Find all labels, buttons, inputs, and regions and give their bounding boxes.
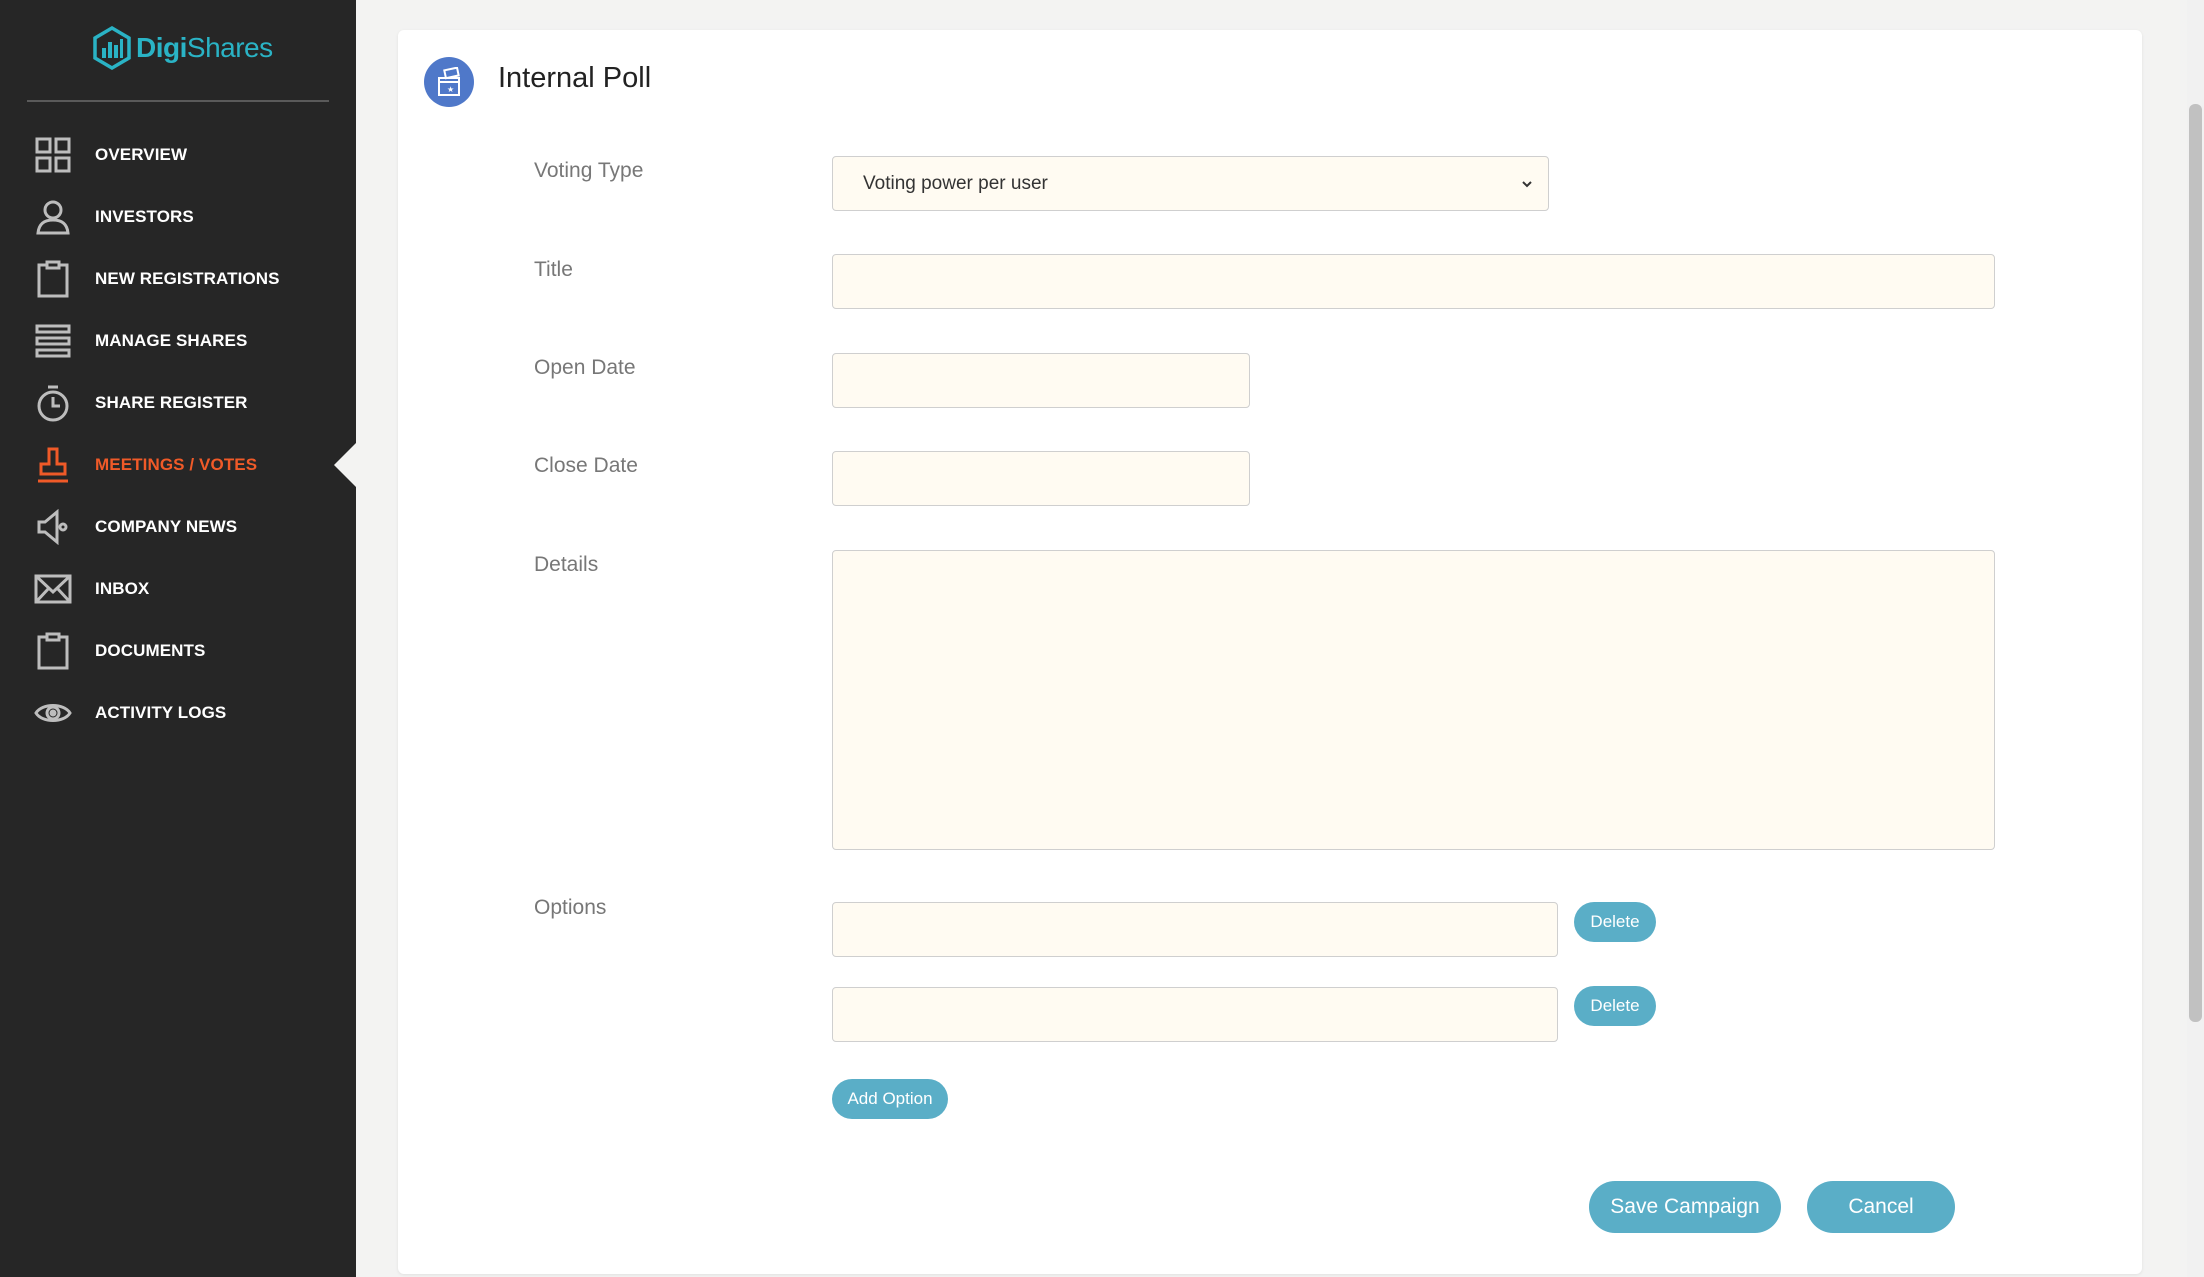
sidebar-divider bbox=[27, 100, 329, 102]
option-input-1[interactable] bbox=[832, 902, 1558, 957]
stamp-icon bbox=[34, 446, 72, 484]
chevron-down-icon bbox=[1522, 180, 1532, 187]
eye-icon bbox=[34, 694, 72, 732]
page-scrollbar[interactable] bbox=[2187, 0, 2204, 1277]
sidebar-item-label: MEETINGS / VOTES bbox=[95, 455, 258, 474]
sidebar-item-label: MANAGE SHARES bbox=[95, 331, 248, 350]
sidebar-item-new-registrations[interactable]: NEW REGISTRATIONS bbox=[0, 248, 356, 310]
sidebar-nav: OVERVIEW INVESTORS NEW REGISTRATIONS MAN… bbox=[0, 124, 356, 744]
megaphone-icon bbox=[34, 508, 72, 546]
sidebar-item-share-register[interactable]: SHARE REGISTER bbox=[0, 372, 356, 434]
brand-name: DigiShares bbox=[136, 32, 273, 64]
sidebar-item-label: ACTIVITY LOGS bbox=[95, 703, 227, 722]
list-icon bbox=[34, 322, 72, 360]
sidebar-item-inbox[interactable]: INBOX bbox=[0, 558, 356, 620]
sidebar-item-documents[interactable]: DOCUMENTS bbox=[0, 620, 356, 682]
brand-part-1: Digi bbox=[136, 32, 187, 63]
close-date-input[interactable] bbox=[832, 451, 1250, 506]
sidebar-item-manage-shares[interactable]: MANAGE SHARES bbox=[0, 310, 356, 372]
cancel-button[interactable]: Cancel bbox=[1807, 1181, 1955, 1233]
stopwatch-icon bbox=[34, 384, 72, 422]
envelope-icon bbox=[34, 570, 72, 608]
brand-part-2: Shares bbox=[186, 32, 273, 63]
add-option-button[interactable]: Add Option bbox=[832, 1079, 948, 1119]
page-title: Internal Poll bbox=[498, 62, 652, 94]
scrollbar-thumb[interactable] bbox=[2189, 104, 2202, 1022]
sidebar: DigiShares OVERVIEW INVESTORS NEW REGIST… bbox=[0, 0, 356, 1277]
digishares-logo-icon bbox=[93, 26, 131, 70]
close-date-label: Close Date bbox=[534, 454, 638, 477]
brand-logo[interactable]: DigiShares bbox=[92, 26, 273, 70]
sidebar-item-investors[interactable]: INVESTORS bbox=[0, 186, 356, 248]
sidebar-item-activity-logs[interactable]: ACTIVITY LOGS bbox=[0, 682, 356, 744]
open-date-label: Open Date bbox=[534, 356, 636, 379]
sidebar-item-label: OVERVIEW bbox=[95, 145, 188, 164]
sidebar-item-label: DOCUMENTS bbox=[95, 641, 206, 660]
details-label: Details bbox=[534, 553, 599, 576]
voting-type-value: Voting power per user bbox=[863, 172, 1048, 194]
grid-icon bbox=[34, 136, 72, 174]
person-icon bbox=[34, 198, 72, 236]
title-input[interactable] bbox=[832, 254, 1995, 309]
voting-type-select[interactable]: Voting power per user bbox=[832, 156, 1549, 211]
details-textarea[interactable] bbox=[832, 550, 1995, 850]
voting-type-label: Voting Type bbox=[534, 159, 644, 182]
options-label: Options bbox=[534, 896, 607, 919]
sidebar-item-company-news[interactable]: COMPANY NEWS bbox=[0, 496, 356, 558]
title-label: Title bbox=[534, 258, 573, 281]
ballot-box-icon: ★ bbox=[424, 57, 474, 107]
delete-option-1-button[interactable]: Delete bbox=[1574, 902, 1656, 942]
svg-text:★: ★ bbox=[447, 85, 454, 94]
open-date-input[interactable] bbox=[832, 353, 1250, 408]
sidebar-item-meetings-votes[interactable]: MEETINGS / VOTES bbox=[0, 434, 356, 496]
delete-option-2-button[interactable]: Delete bbox=[1574, 986, 1656, 1026]
active-indicator bbox=[334, 443, 356, 487]
sidebar-item-label: COMPANY NEWS bbox=[95, 517, 238, 536]
clipboard-icon bbox=[34, 632, 72, 670]
sidebar-item-overview[interactable]: OVERVIEW bbox=[0, 124, 356, 186]
clipboard-icon bbox=[34, 260, 72, 298]
save-campaign-button[interactable]: Save Campaign bbox=[1589, 1181, 1781, 1233]
sidebar-item-label: INVESTORS bbox=[95, 207, 194, 226]
sidebar-item-label: SHARE REGISTER bbox=[95, 393, 248, 412]
option-input-2[interactable] bbox=[832, 987, 1558, 1042]
sidebar-item-label: NEW REGISTRATIONS bbox=[95, 269, 280, 288]
sidebar-item-label: INBOX bbox=[95, 579, 150, 598]
